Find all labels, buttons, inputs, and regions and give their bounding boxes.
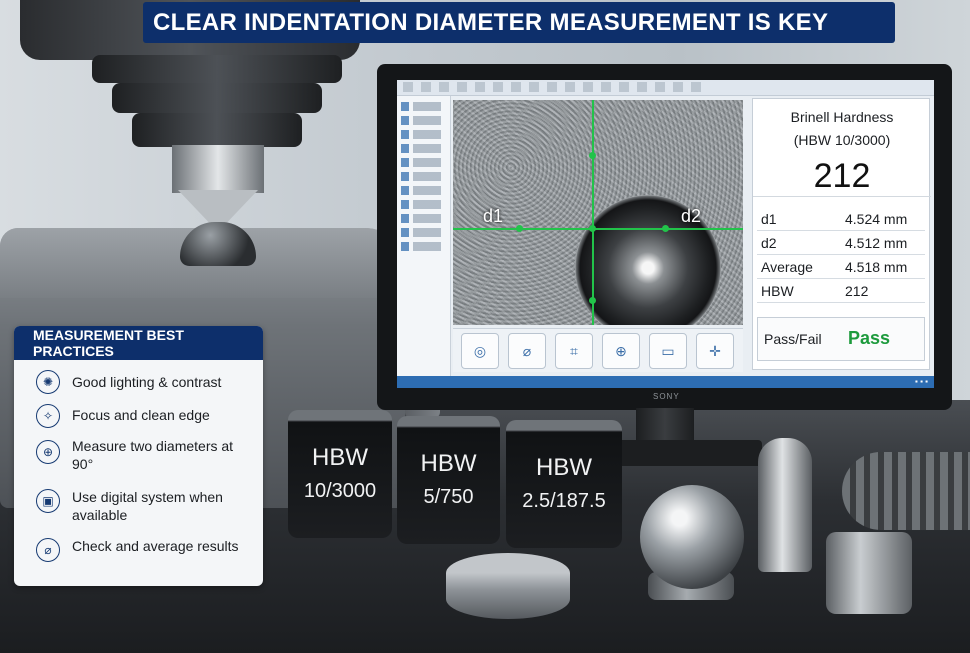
center-point bbox=[589, 225, 596, 232]
sidebar-item[interactable] bbox=[401, 214, 447, 223]
result-row: d1 4.524 mm bbox=[757, 207, 925, 231]
practice-text: Measure two diameters at 90° bbox=[72, 438, 234, 472]
tester-ring bbox=[132, 113, 302, 147]
result-row: Average 4.518 mm bbox=[757, 255, 925, 279]
gear bbox=[842, 452, 970, 530]
label-d2: d2 bbox=[681, 206, 702, 226]
monitor-brand: SONY bbox=[653, 392, 680, 401]
sidebar-item[interactable] bbox=[401, 116, 447, 125]
pass-fail-value: Pass bbox=[848, 328, 891, 348]
result-label: d2 bbox=[761, 235, 777, 251]
test-block-line1: HBW bbox=[420, 450, 477, 477]
best-practices-header: MEASUREMENT BEST PRACTICES bbox=[14, 326, 263, 360]
test-block-line2: 10/3000 bbox=[303, 480, 377, 502]
practice-text: Good lighting & contrast bbox=[72, 374, 222, 390]
scale-icon[interactable]: ▭ bbox=[649, 333, 687, 369]
sidebar-item[interactable] bbox=[401, 102, 447, 111]
test-block-line2: 2.5/187.5 bbox=[522, 490, 606, 512]
result-value: 4.524 mm bbox=[845, 211, 908, 227]
average-icon: ⌀ bbox=[36, 538, 60, 562]
result-value: 4.512 mm bbox=[845, 235, 908, 251]
bushing bbox=[826, 532, 912, 614]
taskbar: ▪ ▪ ▪ bbox=[397, 376, 934, 388]
results-title: Brinell Hardness bbox=[790, 109, 894, 125]
pass-fail-box: Pass/Fail Pass bbox=[757, 317, 925, 361]
practice-text: Use digital system when available bbox=[72, 489, 223, 523]
page-title: CLEAR INDENTATION DIAMETER MEASUREMENT I… bbox=[153, 8, 829, 36]
focus-icon: ✧ bbox=[36, 404, 60, 428]
pass-fail-label: Pass/Fail bbox=[764, 331, 822, 347]
steel-pin bbox=[758, 438, 812, 572]
taskbar-tray: ▪ ▪ ▪ bbox=[915, 377, 928, 386]
result-value: 4.518 mm bbox=[845, 259, 908, 275]
test-block: HBW 2.5/187.5 bbox=[506, 420, 622, 548]
measurement-toolbar: ◎ ⌀ ⌗ ⊕ ▭ ✛ bbox=[453, 328, 743, 372]
tester-ring bbox=[112, 83, 322, 113]
crop-icon[interactable]: ⌗ bbox=[555, 333, 593, 369]
measure-handle[interactable] bbox=[662, 225, 669, 232]
results-scale: (HBW 10/3000) bbox=[793, 132, 891, 148]
sidebar-item[interactable] bbox=[401, 228, 447, 237]
best-practices-card: MEASUREMENT BEST PRACTICES ✺ Good lighti… bbox=[14, 326, 263, 586]
result-row: d2 4.512 mm bbox=[757, 231, 925, 255]
app-menu-bar[interactable] bbox=[397, 80, 934, 96]
test-block-line1: HBW bbox=[312, 444, 368, 471]
diameter-90-icon: ⊕ bbox=[36, 440, 60, 464]
practice-text: Check and average results bbox=[72, 538, 239, 554]
test-block: HBW 10/3000 bbox=[288, 410, 392, 538]
result-label: d1 bbox=[761, 211, 777, 227]
steel-ball bbox=[640, 485, 744, 589]
sidebar-item[interactable] bbox=[401, 186, 447, 195]
result-row: HBW 212 bbox=[757, 279, 925, 303]
metal-disc bbox=[446, 553, 570, 619]
measure-line-d2[interactable] bbox=[592, 100, 594, 325]
practice-text: Focus and clean edge bbox=[72, 407, 210, 423]
digital-system-icon: ▣ bbox=[36, 489, 60, 513]
results-panel: Brinell Hardness (HBW 10/3000) 212 d1 4.… bbox=[752, 98, 931, 370]
sidebar-item[interactable] bbox=[401, 130, 447, 139]
sidebar-item[interactable] bbox=[401, 158, 447, 167]
app-sidebar bbox=[397, 96, 451, 376]
best-practices-title: MEASUREMENT BEST PRACTICES bbox=[33, 327, 184, 359]
result-label: HBW bbox=[761, 283, 794, 299]
test-block-line1: HBW bbox=[536, 454, 592, 481]
hardness-value: 212 bbox=[813, 157, 871, 195]
test-block-line2: 5/750 bbox=[423, 486, 474, 508]
sidebar-item[interactable] bbox=[401, 242, 447, 251]
label-d1: d1 bbox=[483, 206, 504, 226]
lighting-icon: ✺ bbox=[36, 370, 60, 394]
title-banner: CLEAR INDENTATION DIAMETER MEASUREMENT I… bbox=[143, 2, 895, 43]
measurement-software-screen: d1 d2 ◎ ⌀ ⌗ ⊕ ▭ ✛ Brinell Hardness (HBW … bbox=[397, 80, 934, 388]
target-icon[interactable]: ⊕ bbox=[602, 333, 640, 369]
measure-handle[interactable] bbox=[516, 225, 523, 232]
sidebar-item[interactable] bbox=[401, 200, 447, 209]
test-block: HBW 5/750 bbox=[397, 416, 500, 544]
microscope-image-view[interactable]: d1 d2 bbox=[453, 100, 743, 325]
result-label: Average bbox=[761, 259, 813, 275]
result-value: 212 bbox=[845, 283, 869, 299]
measure-handle[interactable] bbox=[589, 152, 596, 159]
measure-line-d1[interactable] bbox=[453, 228, 743, 230]
diameter-icon[interactable]: ⌀ bbox=[508, 333, 546, 369]
circle-measure-icon[interactable]: ◎ bbox=[461, 333, 499, 369]
indenter-holder bbox=[172, 145, 264, 193]
sidebar-item[interactable] bbox=[401, 144, 447, 153]
tester-ring bbox=[92, 55, 342, 83]
measure-handle[interactable] bbox=[589, 297, 596, 304]
sidebar-item[interactable] bbox=[401, 172, 447, 181]
crosshair-icon[interactable]: ✛ bbox=[696, 333, 734, 369]
results-header: Brinell Hardness (HBW 10/3000) 212 bbox=[753, 99, 931, 197]
